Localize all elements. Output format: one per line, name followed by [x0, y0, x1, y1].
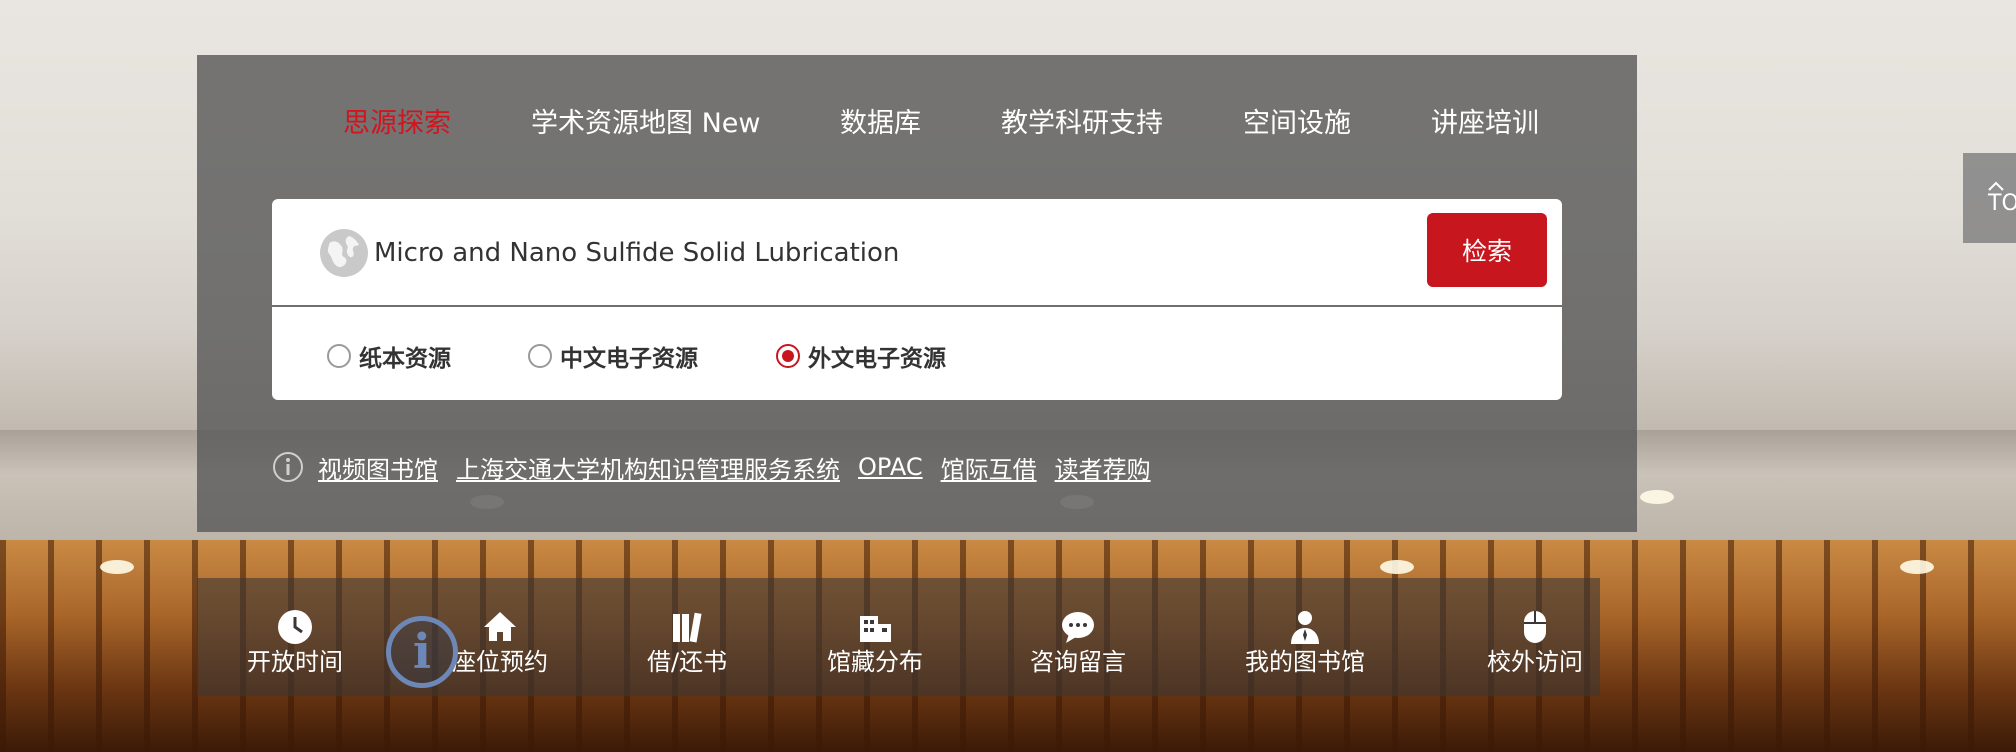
globe-icon — [320, 229, 368, 277]
service-seat-booking[interactable]: 座位预约 — [452, 608, 548, 677]
link-video-library[interactable]: 视频图书馆 — [318, 450, 438, 485]
service-label: 座位预约 — [452, 648, 548, 676]
building-icon — [860, 616, 891, 642]
info-icon — [273, 452, 303, 482]
clock-icon — [278, 610, 312, 644]
service-borrow-return[interactable]: 借/还书 — [647, 608, 727, 677]
ceiling-light — [1380, 560, 1414, 574]
ceiling-light — [100, 560, 134, 574]
service-label: 开放时间 — [247, 648, 343, 676]
service-label: 馆藏分布 — [827, 648, 923, 676]
radio-label: 纸本资源 — [359, 346, 451, 372]
quick-links: 视频图书馆 上海交通大学机构知识管理服务系统 OPAC 馆际互借 读者荐购 — [272, 447, 1169, 487]
chat-icon — [1062, 612, 1094, 643]
books-icon — [673, 612, 702, 643]
tab-database[interactable]: 数据库 — [840, 101, 921, 140]
service-off-campus-access[interactable]: 校外访问 — [1487, 608, 1583, 677]
radio-button-selected[interactable] — [776, 344, 800, 368]
radio-label: 外文电子资源 — [808, 346, 946, 372]
service-label: 我的图书馆 — [1245, 648, 1365, 676]
nav-tabs: 思源探索 学术资源地图 New 数据库 教学科研支持 空间设施 讲座培训 — [197, 55, 1637, 185]
radio-label: 中文电子资源 — [560, 346, 698, 372]
service-collection-distribution[interactable]: 馆藏分布 — [827, 608, 923, 677]
tab-siyuan-explore[interactable]: 思源探索 — [343, 101, 451, 140]
user-icon — [1291, 611, 1319, 644]
home-icon — [484, 612, 516, 641]
service-label: 咨询留言 — [1030, 648, 1126, 676]
radio-chinese-eresources[interactable]: 中文电子资源 — [528, 339, 698, 373]
info-badge-icon[interactable]: i — [386, 616, 458, 688]
link-institutional-repository[interactable]: 上海交通大学机构知识管理服务系统 — [456, 450, 840, 485]
ceiling-light — [1900, 560, 1934, 574]
tab-lectures[interactable]: 讲座培训 — [1431, 101, 1539, 140]
mouse-icon — [1524, 611, 1546, 643]
radio-foreign-eresources[interactable]: 外文电子资源 — [776, 339, 946, 373]
search-panel: 思源探索 学术资源地图 New 数据库 教学科研支持 空间设施 讲座培训 检索 … — [197, 55, 1637, 532]
search-button[interactable]: 检索 — [1427, 213, 1547, 287]
service-consult-message[interactable]: 咨询留言 — [1030, 608, 1126, 677]
resource-type-selector: 纸本资源 中文电子资源 外文电子资源 — [272, 307, 1562, 400]
link-reader-recommend[interactable]: 读者荐购 — [1055, 450, 1151, 485]
service-label: 借/还书 — [647, 648, 728, 676]
radio-print-resources[interactable]: 纸本资源 — [327, 339, 451, 373]
link-interlibrary-loan[interactable]: 馆际互借 — [941, 450, 1037, 485]
service-my-library[interactable]: 我的图书馆 — [1245, 608, 1365, 677]
service-label: 校外访问 — [1487, 648, 1583, 676]
chevron-up-icon — [1988, 181, 2004, 191]
back-to-top-label: TO — [1988, 190, 2016, 216]
ceiling-light — [1640, 490, 1674, 504]
radio-button[interactable] — [528, 344, 552, 368]
tab-academic-map[interactable]: 学术资源地图 New — [531, 101, 760, 140]
search-box — [272, 199, 1562, 305]
search-input[interactable] — [372, 227, 1376, 279]
tab-space-facilities[interactable]: 空间设施 — [1243, 101, 1351, 140]
back-to-top-button[interactable]: TO — [1963, 153, 2016, 243]
tab-teaching-support[interactable]: 教学科研支持 — [1001, 101, 1163, 140]
service-opening-hours[interactable]: 开放时间 — [247, 608, 343, 677]
link-opac[interactable]: OPAC — [858, 453, 923, 481]
radio-button[interactable] — [327, 344, 351, 368]
